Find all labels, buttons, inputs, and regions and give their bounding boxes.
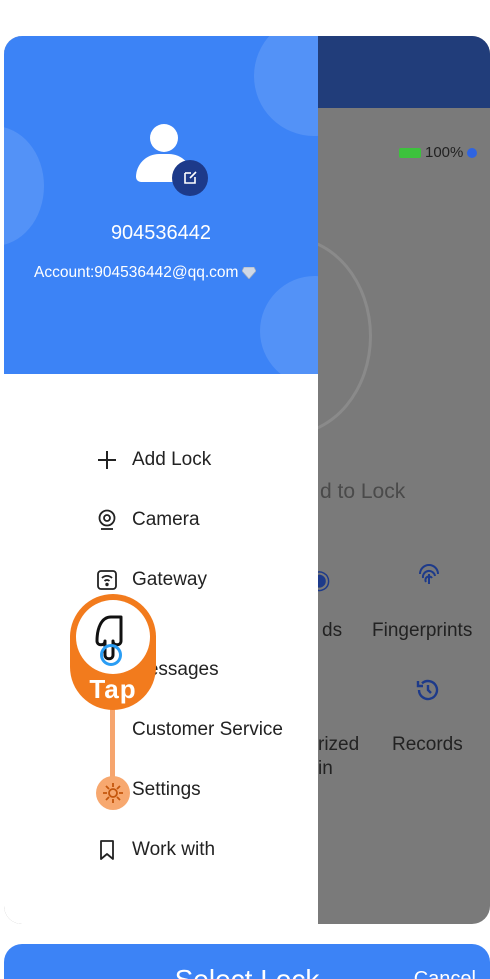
menu-item-add-lock[interactable]: Add Lock	[96, 442, 211, 478]
tile-fingerprints-label[interactable]: Fingerprints	[372, 620, 472, 642]
vip-gem-icon	[242, 267, 257, 279]
menu-label: Gateway	[132, 569, 207, 590]
account-email: Account:904536442@qq.com	[34, 264, 239, 281]
side-drawer: 904536442 Account:904536442@qq.com Add L…	[4, 36, 318, 924]
info-dot-icon	[467, 147, 478, 158]
fingerprint-icon	[414, 560, 444, 597]
tile-authorized-label[interactable]: rized	[318, 734, 359, 756]
plus-icon	[96, 449, 118, 471]
menu-label: Camera	[132, 509, 200, 530]
edit-icon[interactable]	[172, 160, 208, 196]
avatar[interactable]	[134, 122, 214, 196]
history-icon	[414, 676, 442, 711]
camera-icon	[96, 509, 118, 531]
next-screen-header: ← Select Lock Cancel	[4, 944, 490, 979]
battery-status: 100%	[399, 144, 478, 161]
bookmark-icon	[96, 839, 118, 861]
tile-authorized-label-2: in	[318, 758, 333, 779]
account-line: Account:904536442@qq.com	[34, 264, 257, 282]
decor-circle	[260, 276, 318, 374]
unlock-hint: d to Lock	[320, 480, 406, 503]
decor-circle	[254, 36, 318, 136]
battery-percent: 100%	[425, 144, 464, 161]
gateway-icon	[96, 569, 118, 591]
menu-item-work-with[interactable]: Work with	[96, 832, 215, 868]
tile-passwords-label[interactable]: ds	[322, 620, 342, 642]
menu-item-gateway[interactable]: Gateway	[96, 562, 207, 598]
avatar-head	[150, 124, 178, 152]
username: 904536442	[110, 222, 212, 244]
tap-label: Tap	[89, 674, 137, 704]
tap-point-ring	[100, 644, 122, 666]
menu-label: Work with	[132, 839, 216, 860]
tile-records-label[interactable]: Records	[392, 734, 463, 756]
menu-item-camera[interactable]: Camera	[96, 502, 200, 538]
battery-icon	[399, 147, 421, 158]
cancel-button[interactable]: Cancel	[414, 968, 476, 979]
settings-gear-highlight-icon[interactable]	[96, 776, 130, 810]
drawer-header: 904536442 Account:904536442@qq.com	[4, 36, 318, 374]
tap-hint: Tap	[70, 594, 160, 834]
tap-bubble: Tap	[70, 594, 156, 710]
app-screen: 100% d to Lock ◉ ds Fingerprints rized i…	[4, 36, 490, 924]
menu-label: Add Lock	[132, 449, 212, 470]
